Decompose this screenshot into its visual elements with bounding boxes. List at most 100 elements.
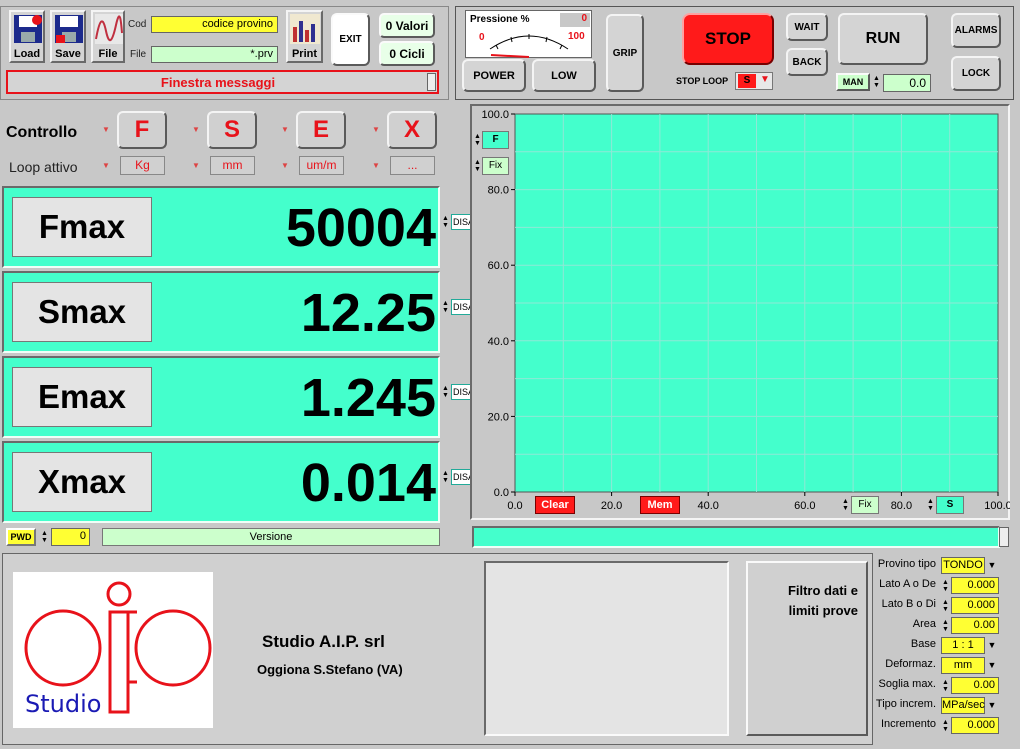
unit-field-s[interactable]: mm: [210, 156, 255, 175]
low-button[interactable]: LOW: [532, 59, 596, 92]
param-label: Tipo increm.: [875, 698, 936, 710]
chevron-down-icon[interactable]: ▼: [985, 697, 999, 714]
power-button[interactable]: POWER: [462, 59, 526, 92]
cicli-button[interactable]: 0 Cicli: [379, 41, 435, 66]
pwd-spinner[interactable]: ▲ ▼: [40, 528, 49, 546]
wait-button[interactable]: WAIT: [786, 13, 828, 41]
lock-button[interactable]: LOCK: [951, 56, 1001, 91]
company-address: Oggiona S.Stefano (VA): [257, 662, 403, 677]
cod-label: Cod: [128, 19, 147, 30]
measurement-row: Smax 12.25: [2, 271, 440, 353]
unit-down-arrow-icon[interactable]: ▼: [279, 157, 291, 175]
file-field[interactable]: *.prv: [151, 46, 278, 63]
param-spinner[interactable]: ▲ ▼: [941, 597, 950, 614]
filter-button[interactable]: Filtro dati e limiti prove: [746, 561, 868, 736]
param-value-field[interactable]: 0.00: [951, 617, 999, 634]
company-logo: Studio: [13, 572, 213, 728]
x-mode-spinner[interactable]: ▲ ▼: [841, 496, 850, 514]
param-select[interactable]: MPa/sec: [941, 697, 985, 714]
y-mode-field[interactable]: Fix: [482, 157, 509, 175]
param-label: Provino tipo: [877, 558, 936, 570]
unit-field-x[interactable]: ...: [390, 156, 435, 175]
controllo-down-arrow-icon[interactable]: ▼: [279, 117, 291, 143]
chevron-down-icon[interactable]: ▼: [985, 637, 999, 654]
print-button[interactable]: Print: [286, 10, 323, 63]
disable-spinner[interactable]: ▲ ▼: [441, 383, 450, 401]
filter-label: Filtro dati e limiti prove: [787, 583, 858, 618]
stop-button[interactable]: STOP: [682, 13, 774, 65]
alarms-label: ALARMS: [954, 25, 998, 36]
pwd-value-field[interactable]: 0: [51, 528, 90, 546]
unit-down-arrow-icon[interactable]: ▼: [370, 157, 382, 175]
disable-spinner[interactable]: ▲ ▼: [441, 468, 450, 486]
controllo-button-e[interactable]: E: [296, 111, 346, 149]
x-channel-spinner[interactable]: ▲ ▼: [926, 496, 935, 514]
file-button[interactable]: File: [91, 10, 125, 63]
x-tick-label: 100.0: [984, 500, 1010, 512]
param-spinner[interactable]: ▲ ▼: [941, 677, 950, 694]
controllo-down-arrow-icon[interactable]: ▼: [370, 117, 382, 143]
bar-chart-icon: [290, 14, 320, 44]
valori-button[interactable]: 0 Valori: [379, 13, 435, 38]
grip-button[interactable]: GRIP: [606, 14, 644, 92]
low-label: LOW: [551, 69, 577, 82]
param-label: Soglia max.: [878, 678, 936, 690]
controllo-button-f[interactable]: F: [117, 111, 167, 149]
param-select[interactable]: mm: [941, 657, 985, 674]
y-channel-field[interactable]: F: [482, 131, 509, 149]
chart-status-scrollbar[interactable]: [999, 527, 1009, 547]
file-field-label: File: [130, 49, 147, 60]
param-value-field[interactable]: 0.000: [951, 717, 999, 734]
run-button[interactable]: RUN: [838, 13, 928, 65]
chart-svg: 0.0 20.0 40.0 60.0 80.0 100.0 0.0 20.0 40.0 60.0 8…: [481, 109, 1010, 512]
alarms-button[interactable]: ALARMS: [951, 13, 1001, 48]
y-tick-label: 20.0: [488, 411, 509, 423]
measurement-row: Fmax 50004: [2, 186, 440, 268]
unit-field-e[interactable]: um/m: [299, 156, 344, 175]
file-label: File: [98, 48, 118, 60]
pwd-button[interactable]: PWD: [6, 528, 36, 546]
unit-down-arrow-icon[interactable]: ▼: [100, 157, 112, 175]
man-value-field[interactable]: 0.0: [883, 74, 931, 92]
exit-button[interactable]: EXIT: [331, 13, 370, 66]
load-button[interactable]: Load: [9, 10, 45, 63]
man-button[interactable]: MAN: [836, 73, 870, 91]
controllo-button-s[interactable]: S: [207, 111, 257, 149]
cod-field[interactable]: codice provino: [151, 16, 278, 33]
param-label: Deformaz.: [885, 658, 936, 670]
clear-button[interactable]: Clear: [535, 496, 575, 514]
x-tick-label: 0.0: [507, 500, 522, 512]
back-button[interactable]: BACK: [786, 48, 828, 76]
stop-loop-label: STOP LOOP: [676, 76, 729, 86]
mem-button[interactable]: Mem: [640, 496, 680, 514]
chevron-down-icon[interactable]: ▼: [985, 557, 999, 574]
param-spinner[interactable]: ▲ ▼: [941, 577, 950, 594]
x-mode-field[interactable]: Fix: [851, 496, 879, 514]
message-scrollbar[interactable]: [427, 73, 436, 91]
param-value-field[interactable]: 0.00: [951, 677, 999, 694]
param-spinner[interactable]: ▲ ▼: [941, 617, 950, 634]
param-select[interactable]: 1 : 1: [941, 637, 985, 654]
save-label: Save: [55, 48, 81, 60]
controllo-down-arrow-icon[interactable]: ▼: [100, 117, 112, 143]
unit-down-arrow-icon[interactable]: ▼: [190, 157, 202, 175]
stop-loop-select[interactable]: S ▼: [735, 72, 773, 90]
measurement-row: Emax 1.245: [2, 356, 440, 438]
unit-field-f[interactable]: Kg: [120, 156, 165, 175]
disable-spinner[interactable]: ▲ ▼: [441, 213, 450, 231]
param-value-field[interactable]: 0.000: [951, 597, 999, 614]
chevron-down-icon[interactable]: ▼: [985, 657, 999, 674]
man-spinner[interactable]: ▲ ▼: [872, 73, 881, 91]
param-label: Lato A o De: [879, 578, 936, 590]
pressure-needle: [490, 54, 530, 58]
save-button[interactable]: Save: [50, 10, 86, 63]
controllo-button-x[interactable]: X: [387, 111, 437, 149]
y-channel-spinner[interactable]: ▲ ▼: [473, 131, 482, 149]
x-channel-field[interactable]: S: [936, 496, 964, 514]
param-value-field[interactable]: 0.000: [951, 577, 999, 594]
param-spinner[interactable]: ▲ ▼: [941, 717, 950, 734]
controllo-down-arrow-icon[interactable]: ▼: [190, 117, 202, 143]
y-mode-spinner[interactable]: ▲ ▼: [473, 157, 482, 175]
disable-spinner[interactable]: ▲ ▼: [441, 298, 450, 316]
param-select[interactable]: TONDO: [941, 557, 985, 574]
